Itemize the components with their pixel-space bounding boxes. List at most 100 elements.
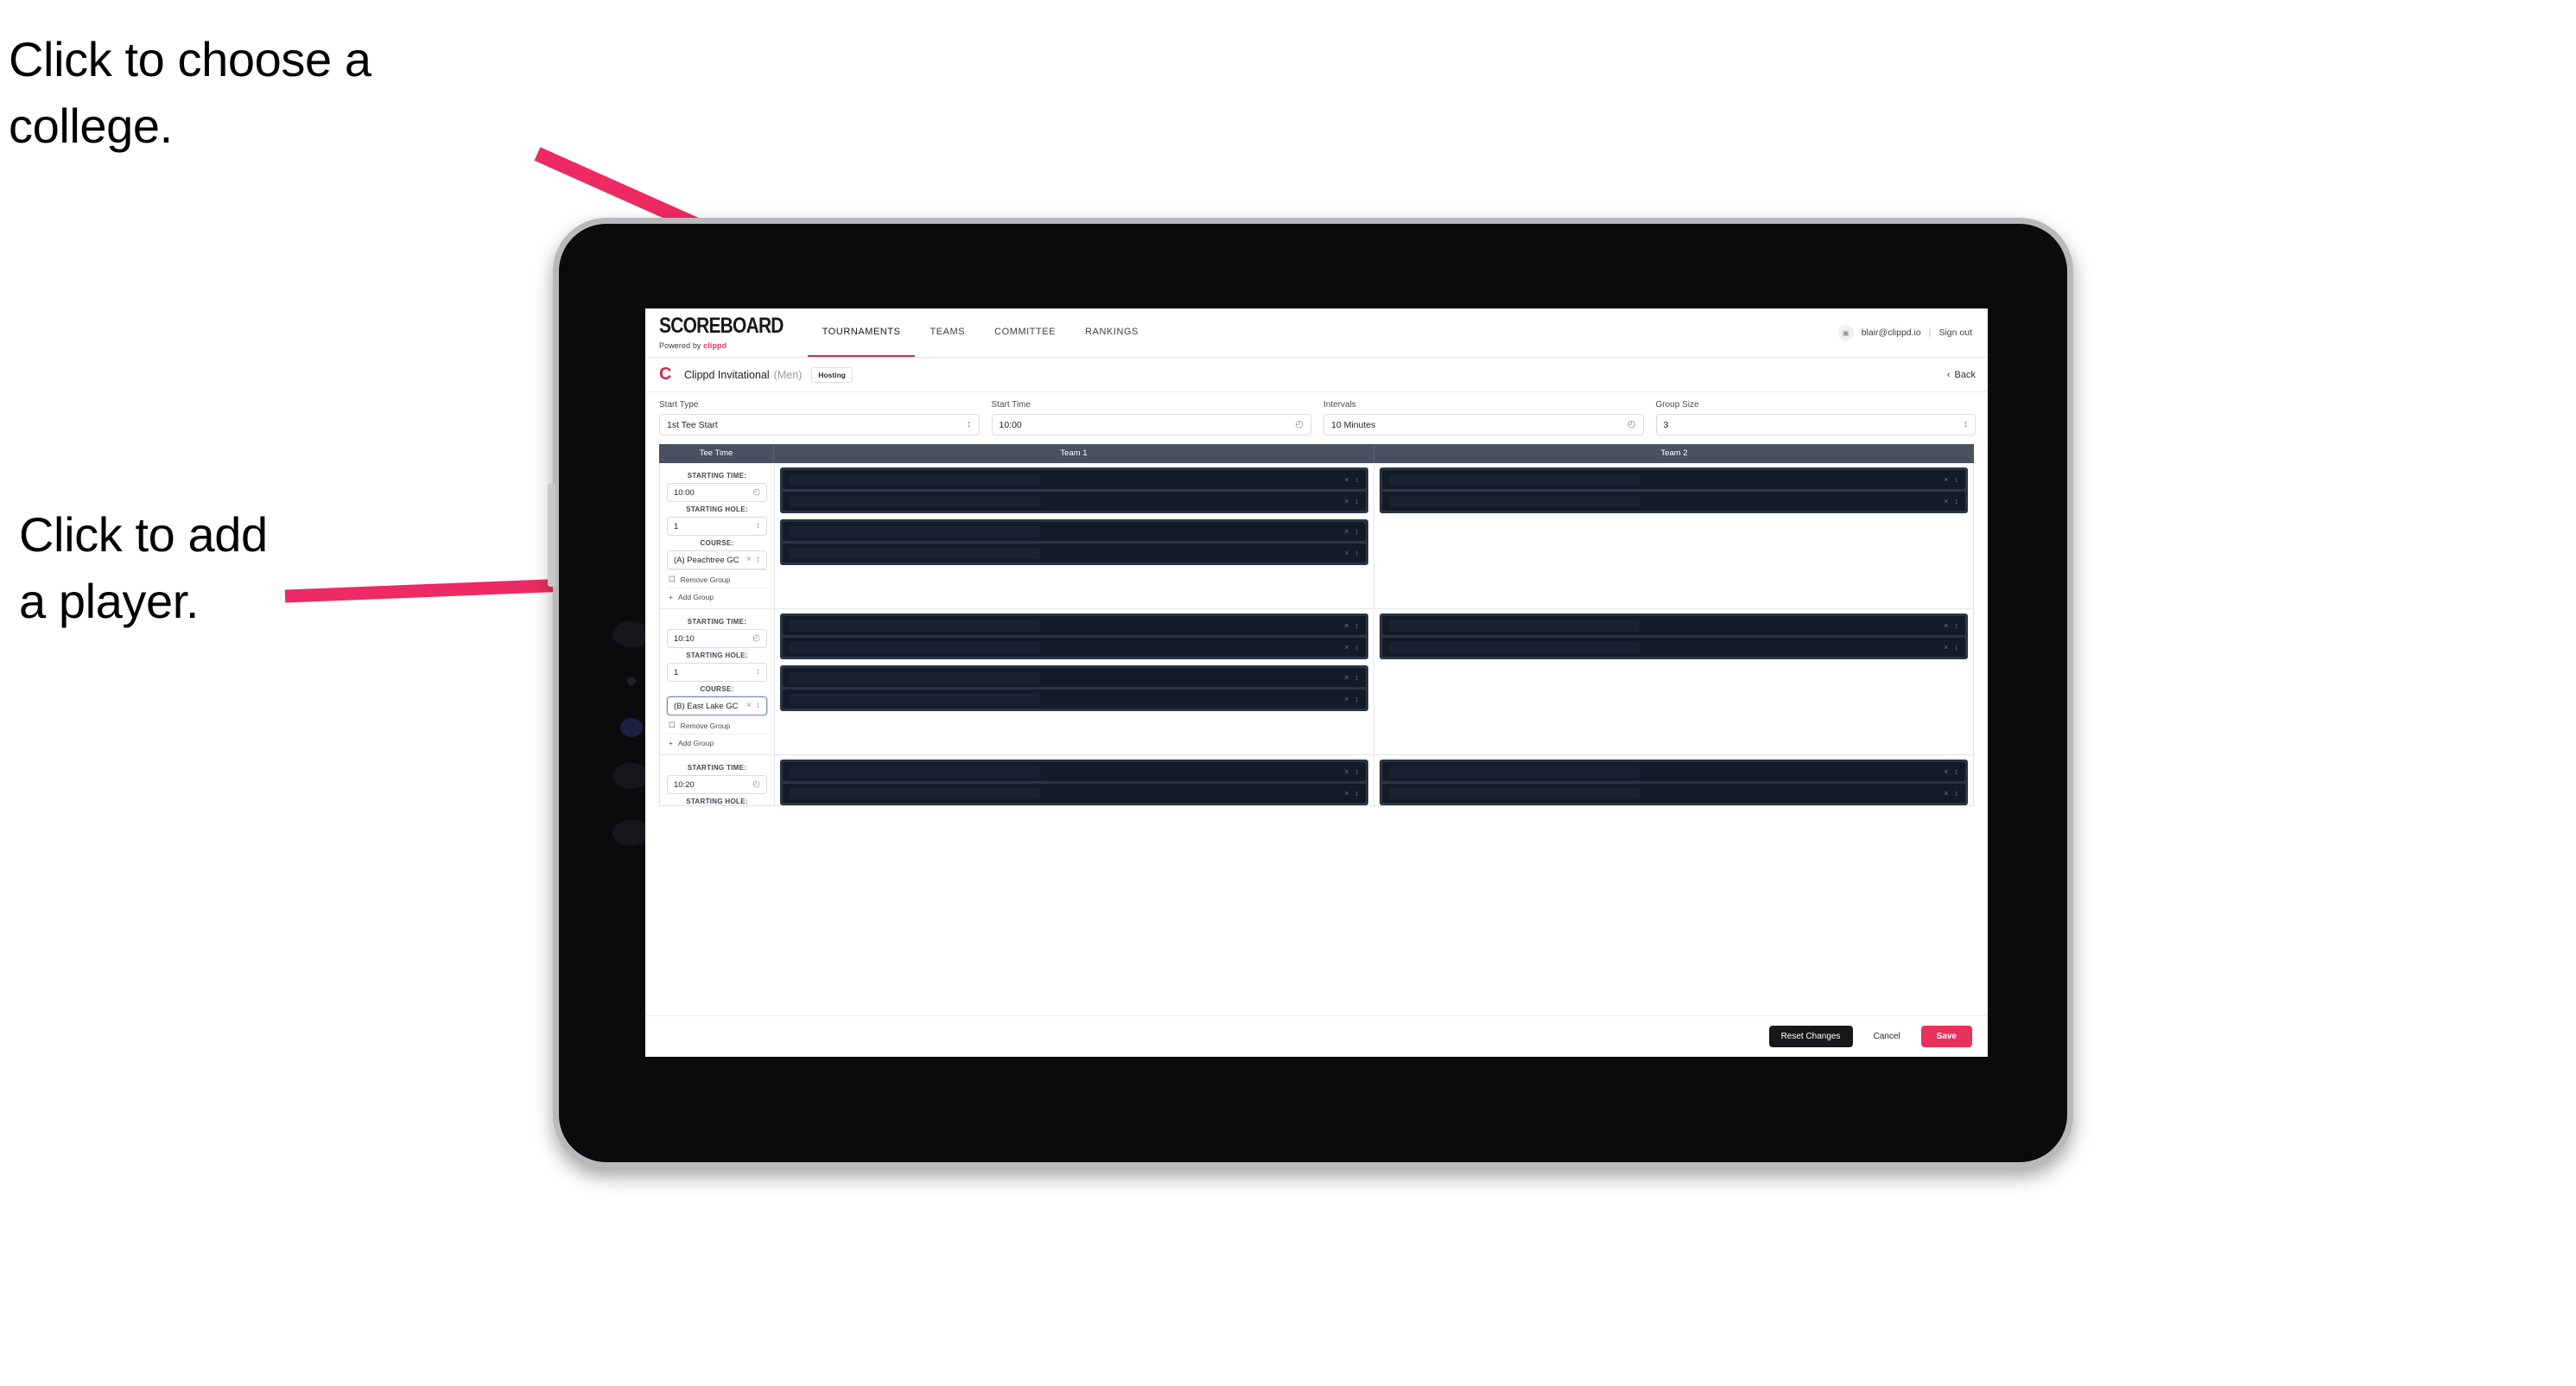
stepper-icon[interactable]: ↕ bbox=[1355, 789, 1360, 798]
start-type-select[interactable]: 1st Tee Start ↕ bbox=[659, 414, 980, 436]
stepper-icon[interactable]: ↕ bbox=[1355, 643, 1360, 652]
player-name-redacted bbox=[790, 787, 1040, 799]
player-slot[interactable]: × ↕ bbox=[783, 638, 1366, 657]
reset-changes-button[interactable]: Reset Changes bbox=[1768, 1026, 1853, 1047]
group-size-stepper[interactable]: 3 ↕ bbox=[1655, 414, 1976, 436]
cancel-button[interactable]: Cancel bbox=[1865, 1026, 1909, 1047]
player-slot[interactable]: × ↕ bbox=[783, 668, 1366, 687]
player-slot[interactable]: × ↕ bbox=[1382, 762, 1965, 781]
player-slot[interactable]: × ↕ bbox=[1382, 616, 1965, 635]
stepper-icon[interactable]: ↕ bbox=[1955, 789, 1959, 798]
stepper-icon[interactable]: ↕ bbox=[1355, 475, 1360, 484]
stepper-icon[interactable]: ↕ bbox=[1355, 695, 1360, 703]
stepper-icon[interactable]: ↕ bbox=[1955, 767, 1959, 776]
course-select[interactable]: (B) East Lake GC × ↕ bbox=[667, 696, 767, 715]
brand-tagline-clippd: clippd bbox=[703, 340, 727, 350]
clear-icon[interactable]: × bbox=[1344, 643, 1348, 652]
nav-tab-rankings[interactable]: RANKINGS bbox=[1070, 308, 1153, 357]
status-badge: Hosting bbox=[811, 366, 853, 383]
player-slot-controls: × ↕ bbox=[1944, 475, 1958, 484]
course-label: COURSE: bbox=[700, 539, 734, 547]
player-slot[interactable]: × ↕ bbox=[1382, 784, 1965, 803]
player-slot-controls: × ↕ bbox=[1344, 621, 1359, 630]
start-time-input[interactable]: 10:00 ◴ bbox=[991, 414, 1311, 436]
clear-icon[interactable]: × bbox=[1344, 527, 1348, 536]
stepper-icon[interactable]: ↕ bbox=[1955, 497, 1959, 505]
clear-icon[interactable]: × bbox=[1944, 789, 1948, 798]
starting-time-input[interactable]: 10:00 ◴ bbox=[667, 483, 767, 502]
back-button[interactable]: ‹ Back bbox=[1947, 370, 1976, 380]
brand-logo[interactable]: SCOREBOARD Powered by clippd bbox=[659, 308, 808, 357]
clear-icon[interactable]: × bbox=[746, 556, 752, 564]
starting-hole-value: 1 bbox=[674, 521, 679, 531]
remove-group-button[interactable]: ☐ Remove Group bbox=[667, 569, 767, 588]
stepper-icon[interactable]: ↕ bbox=[1355, 621, 1360, 630]
plus-icon: + bbox=[669, 739, 673, 747]
player-slot[interactable]: × ↕ bbox=[783, 522, 1366, 541]
stepper-icon[interactable]: ↕ bbox=[1355, 767, 1360, 776]
field-intervals: Intervals 10 Minutes ◴ bbox=[1323, 400, 1644, 436]
starting-hole-stepper[interactable]: 1 ↕ bbox=[667, 517, 767, 536]
starting-time-input[interactable]: 10:20 ◴ bbox=[667, 775, 767, 794]
clear-icon[interactable]: × bbox=[1344, 497, 1348, 505]
stepper-icon: ↕ bbox=[756, 555, 760, 564]
clear-icon[interactable]: × bbox=[1944, 497, 1948, 505]
player-slot[interactable]: × ↕ bbox=[783, 762, 1366, 781]
clear-icon[interactable]: × bbox=[1344, 621, 1348, 630]
player-slot[interactable]: × ↕ bbox=[1382, 470, 1965, 489]
clear-icon[interactable]: × bbox=[746, 702, 752, 710]
nav-tab-committee[interactable]: COMMITTEE bbox=[980, 308, 1070, 357]
player-slot[interactable]: × ↕ bbox=[783, 492, 1366, 511]
clock-icon: ◴ bbox=[1627, 419, 1636, 429]
clear-icon[interactable]: × bbox=[1344, 789, 1348, 798]
clear-icon[interactable]: × bbox=[1944, 621, 1948, 630]
stepper-icon: ↕ bbox=[967, 419, 972, 429]
starting-time-label: STARTING TIME: bbox=[687, 764, 747, 772]
course-value: (A) Peachtree GC bbox=[674, 555, 739, 565]
stepper-icon[interactable]: ↕ bbox=[1355, 673, 1360, 682]
player-slot[interactable]: × ↕ bbox=[783, 544, 1366, 563]
clear-icon[interactable]: × bbox=[1344, 549, 1348, 557]
clear-icon[interactable]: × bbox=[1344, 673, 1348, 682]
intervals-input[interactable]: 10 Minutes ◴ bbox=[1323, 414, 1644, 436]
sign-out-link[interactable]: Sign out bbox=[1938, 327, 1972, 338]
stepper-icon[interactable]: ↕ bbox=[1955, 621, 1959, 630]
top-navigation: SCOREBOARD Powered by clippd TOURNAMENTS… bbox=[645, 308, 1988, 358]
clear-icon[interactable]: × bbox=[1944, 643, 1948, 652]
clear-icon[interactable]: × bbox=[1344, 767, 1348, 776]
clock-icon: ◴ bbox=[752, 633, 760, 643]
clear-icon[interactable]: × bbox=[1344, 475, 1348, 484]
tee-time-cell: STARTING TIME: 10:00 ◴ STARTING HOLE: 1 ↕ COUR… bbox=[660, 463, 775, 608]
save-button[interactable]: Save bbox=[1920, 1026, 1972, 1047]
nav-tab-teams[interactable]: TEAMS bbox=[915, 308, 980, 357]
clock-icon: ◴ bbox=[1295, 419, 1304, 429]
player-slot[interactable]: × ↕ bbox=[783, 784, 1366, 803]
player-slot[interactable]: × ↕ bbox=[783, 690, 1366, 709]
stepper-icon[interactable]: ↕ bbox=[1355, 527, 1360, 536]
clear-icon[interactable]: × bbox=[1944, 475, 1948, 484]
add-group-button[interactable]: + Add Group bbox=[667, 734, 767, 751]
player-slot[interactable]: × ↕ bbox=[1382, 638, 1965, 657]
team1-cell: × ↕ × ↕ bbox=[775, 755, 1374, 805]
stepper-icon[interactable]: ↕ bbox=[1355, 549, 1360, 557]
stepper-icon[interactable]: ↕ bbox=[1955, 475, 1959, 484]
player-group-card: × ↕ × ↕ bbox=[780, 519, 1368, 565]
tee-sheet-table-body[interactable]: STARTING TIME: 10:00 ◴ STARTING HOLE: 1 ↕ COUR… bbox=[659, 463, 1974, 806]
nav-tab-tournaments[interactable]: TOURNAMENTS bbox=[807, 308, 916, 357]
course-select[interactable]: (A) Peachtree GC × ↕ bbox=[667, 550, 767, 569]
player-slot[interactable]: × ↕ bbox=[1382, 492, 1965, 511]
starting-hole-stepper[interactable]: 1 ↕ bbox=[667, 663, 767, 682]
clear-icon[interactable]: × bbox=[1944, 767, 1948, 776]
clear-icon[interactable]: × bbox=[1344, 695, 1348, 703]
remove-group-button[interactable]: ☐ Remove Group bbox=[667, 715, 767, 734]
player-slot[interactable]: × ↕ bbox=[783, 470, 1366, 489]
avatar[interactable]: ▣ bbox=[1837, 325, 1854, 340]
trash-icon: ☐ bbox=[669, 575, 676, 583]
add-group-button[interactable]: + Add Group bbox=[667, 588, 767, 605]
starting-time-input[interactable]: 10:10 ◴ bbox=[667, 629, 767, 648]
tablet-side-button[interactable] bbox=[548, 483, 555, 587]
stepper-icon[interactable]: ↕ bbox=[1355, 497, 1360, 505]
stepper-icon[interactable]: ↕ bbox=[1955, 643, 1959, 652]
team1-cell: × ↕ × ↕ × ↕ × ↕ bbox=[775, 463, 1374, 608]
player-slot[interactable]: × ↕ bbox=[783, 616, 1366, 635]
